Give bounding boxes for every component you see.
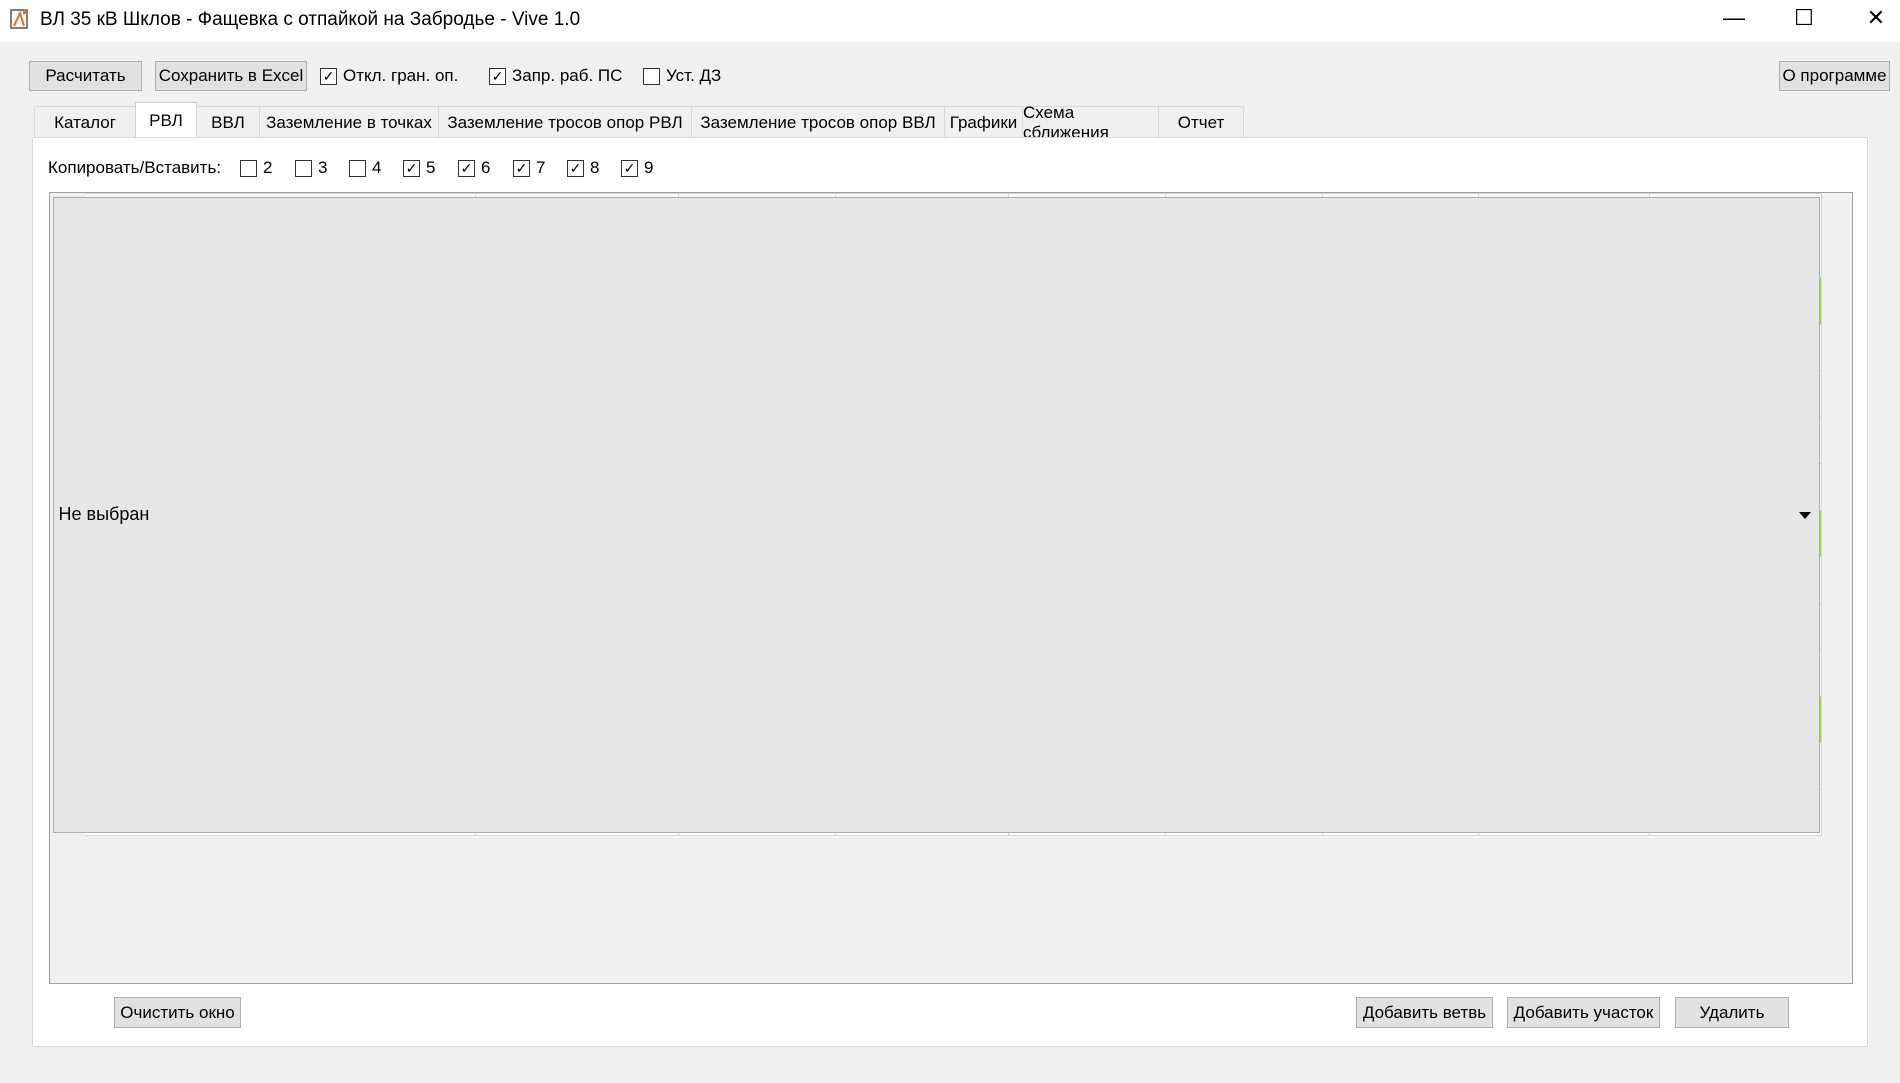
window-title: ВЛ 35 кВ Шклов - Фащевка с отпайкой на З… [40,9,581,30]
minimize-button[interactable]: — [1702,0,1766,36]
checkbox-label: 6 [481,158,491,177]
table-row: 12Конфигурация опоры0,0013637ABCПБ-35-1В… [50,196,1822,836]
tab-6[interactable]: Заземление тросов опор ВВЛ [691,106,945,138]
clear-window-button[interactable]: Очистить окно [114,997,241,1028]
checkbox-unchecked-icon [295,159,312,177]
tab-9[interactable]: Отчет [1158,106,1244,138]
maximize-button[interactable]: ☐ [1772,0,1836,36]
add-branch-button[interactable]: Добавить ветвь [1356,997,1493,1028]
calculate-button[interactable]: Расчитать [29,61,142,91]
copy-column-checkbox-5[interactable]: ✓ 5 [403,158,435,178]
checkbox-label: 9 [644,158,654,177]
branches-table: (1)Название ветвиИзображение опоры(2)Нап… [50,193,1822,836]
checkbox-label: Откл. гран. оп. [343,66,459,85]
tab-1[interactable]: Каталог [34,106,136,138]
rope2-grade-cell[interactable]: Не выбран [52,196,1822,836]
tab-7[interactable]: Графики [944,106,1023,138]
copy-column-checkbox-4[interactable]: 4 [349,158,381,178]
add-section-button[interactable]: Добавить участок [1507,997,1660,1028]
maximize-icon: ☐ [1794,5,1814,30]
minimize-icon: — [1723,5,1745,30]
checkbox-checked-icon: ✓ [621,159,638,177]
checkbox-label: 3 [318,158,328,177]
tab-3[interactable]: ВВЛ [196,106,260,138]
checkbox-label: 2 [263,158,273,177]
checkbox-unchecked-icon [643,67,660,85]
checkbox-label: 8 [590,158,600,177]
checkbox-checked-icon: ✓ [489,67,506,85]
save-excel-button[interactable]: Сохранить в Excel [155,61,307,91]
checkbox-checked-icon: ✓ [403,159,420,177]
checkbox-label: Запр. раб. ПС [512,66,623,85]
checkbox-checked-icon: ✓ [567,159,584,177]
toolbar-checkbox-2[interactable]: ✓ Запр. раб. ПС [489,66,622,86]
checkbox-checked-icon: ✓ [320,67,337,85]
copy-column-checkbox-9[interactable]: ✓ 9 [621,158,653,178]
copy-column-checkbox-2[interactable]: 2 [240,158,272,178]
toolbar-checkbox-1[interactable]: ✓ Откл. гран. оп. [320,66,458,86]
checkbox-checked-icon: ✓ [458,159,475,177]
checkbox-label: 4 [372,158,382,177]
copy-column-checkbox-8[interactable]: ✓ 8 [567,158,599,178]
copy-column-checkbox-6[interactable]: ✓ 6 [458,158,490,178]
close-button[interactable]: ✕ [1844,0,1900,36]
tab-bar: Каталог РВЛ ВВЛ Заземление в точках Заземлен… [34,102,1244,142]
checkbox-unchecked-icon [240,159,257,177]
copy-column-checkbox-3[interactable]: 3 [295,158,327,178]
close-icon: ✕ [1866,5,1886,30]
tab-2[interactable]: РВЛ [135,102,197,138]
data-grid: (1)Название ветвиИзображение опоры(2)Нап… [49,192,1853,984]
copy-paste-label: Копировать/Вставить: [48,158,222,177]
tab-5[interactable]: Заземление тросов опор РВЛ [438,106,692,138]
tab-4[interactable]: Заземление в точках [259,106,439,138]
checkbox-label: 7 [536,158,546,177]
toolbar-checkbox-3[interactable]: Уст. ДЗ [643,66,721,86]
checkbox-checked-icon: ✓ [513,159,530,177]
checkbox-unchecked-icon [349,159,366,177]
checkbox-label: Уст. ДЗ [666,66,722,85]
checkbox-label: 5 [426,158,436,177]
about-button[interactable]: О программе [1779,61,1890,91]
copy-column-checkbox-7[interactable]: ✓ 7 [513,158,545,178]
delete-button[interactable]: Удалить [1675,997,1789,1028]
tab-8[interactable]: Схема сближения [1022,103,1159,142]
app-logo-icon [10,9,28,29]
rope2-grade-cell-dropdown[interactable]: Не выбран [52,196,1820,833]
title-bar: ВЛ 35 кВ Шклов - Фащевка с отпайкой на З… [0,0,1900,42]
